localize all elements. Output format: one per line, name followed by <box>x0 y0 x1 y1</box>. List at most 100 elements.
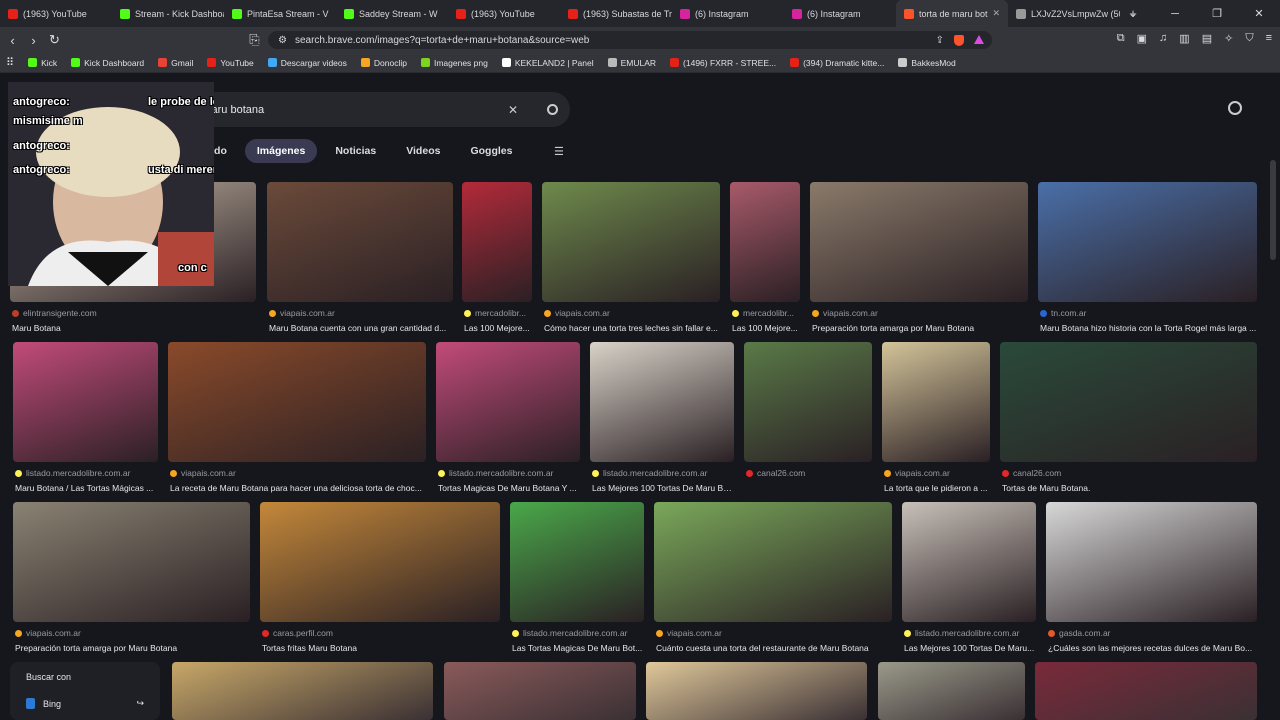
browser-tab[interactable]: Saddey Stream - W <box>336 0 448 27</box>
browser-tab[interactable]: torta de maru bot ✕ <box>896 0 1008 27</box>
result-meta[interactable]: gasda.com.ar ¿Cuáles son las mejores rece… <box>1048 628 1257 653</box>
search-tab[interactable]: Videos <box>394 139 452 163</box>
browser-tab[interactable]: PintaEsa Stream - V <box>224 0 336 27</box>
search-tab[interactable]: Imágenes <box>244 139 318 163</box>
result-meta[interactable]: canal26.com Tortas de Maru Botana. <box>1002 468 1257 493</box>
bookmark-icon[interactable]: ⎘ <box>244 32 265 48</box>
result-meta[interactable]: mercadolibr... Las 100 Mejore... <box>464 308 532 333</box>
bookmark-item[interactable]: BakkesMod <box>898 58 956 68</box>
wallet-icon[interactable]: ▤ <box>1202 32 1212 45</box>
result-image[interactable] <box>168 342 426 462</box>
result-image[interactable] <box>902 502 1036 622</box>
search-tab[interactable]: Noticias <box>323 139 388 163</box>
apps-icon[interactable]: ⠿ <box>6 56 14 69</box>
share-icon[interactable]: ⇪ <box>936 35 944 46</box>
filters-icon[interactable]: ☰ <box>554 145 566 158</box>
search-tab[interactable]: Goggles <box>458 139 524 163</box>
bookmark-item[interactable]: KEKELAND2 | Panel <box>501 58 594 68</box>
maximize-button[interactable]: ❐ <box>1196 7 1238 20</box>
scrollbar[interactable] <box>1270 160 1276 260</box>
result-meta[interactable]: viapais.com.ar Cuánto cuesta una torta de… <box>656 628 892 653</box>
browser-tab[interactable]: (6) Instagram <box>784 0 896 27</box>
browser-tab[interactable]: (1963) YouTube <box>448 0 560 27</box>
result-image[interactable] <box>1035 662 1257 720</box>
bookmark-item[interactable]: (1496) FXRR - STREE... <box>670 58 776 68</box>
sidebar-icon[interactable]: ▥ <box>1179 32 1189 45</box>
bookmark-item[interactable]: Kick Dashboard <box>71 58 144 68</box>
result-meta[interactable]: viapais.com.ar La torta que le pidieron a… <box>884 468 990 493</box>
browser-tab[interactable]: Stream - Kick Dashboard <box>112 0 224 27</box>
bookmark-item[interactable]: EMULAR <box>607 58 656 68</box>
result-meta[interactable]: listado.mercadolibre.com.ar Las Mejores 1… <box>904 628 1036 653</box>
result-image[interactable] <box>13 342 158 462</box>
result-image[interactable] <box>510 502 644 622</box>
result-image[interactable] <box>878 662 1025 720</box>
forward-button[interactable]: › <box>23 33 44 48</box>
result-meta[interactable]: viapais.com.ar Preparación torta amarga p… <box>812 308 1028 333</box>
extension-icon[interactable]: ⧉ <box>1117 32 1125 45</box>
result-image[interactable] <box>744 342 872 462</box>
music-icon[interactable]: ♫ <box>1159 32 1167 45</box>
bing-option[interactable]: Bing ↪ <box>26 698 144 709</box>
result-meta[interactable]: canal26.com <box>746 468 872 483</box>
reload-button[interactable]: ↻ <box>44 32 65 48</box>
bookmark-item[interactable]: Gmail <box>158 58 193 68</box>
result-meta[interactable]: mercadolibr... Las 100 Mejore... <box>732 308 800 333</box>
result-image[interactable] <box>436 342 580 462</box>
result-image[interactable] <box>1046 502 1257 622</box>
browser-tab[interactable]: (1963) YouTube <box>0 0 112 27</box>
back-button[interactable]: ‹ <box>2 33 23 48</box>
bookmark-item[interactable]: Descargar videos <box>267 58 347 68</box>
browser-tab[interactable]: (1963) Subastas de Tra <box>560 0 672 27</box>
result-image[interactable] <box>444 662 636 720</box>
result-image[interactable] <box>1000 342 1257 462</box>
address-bar[interactable]: ⚙ search.brave.com/images?q=torta+de+mar… <box>268 31 992 49</box>
result-image[interactable] <box>267 182 453 302</box>
result-image[interactable] <box>172 662 433 720</box>
result-image[interactable] <box>730 182 800 302</box>
result-image[interactable] <box>646 662 867 720</box>
result-meta[interactable]: elintransigente.com Maru Botana <box>12 308 256 333</box>
result-image[interactable] <box>810 182 1028 302</box>
result-meta[interactable]: listado.mercadolibre.com.ar Maru Botana /… <box>15 468 158 493</box>
clear-icon[interactable]: ✕ <box>508 103 518 117</box>
result-meta[interactable]: viapais.com.ar Maru Botana cuenta con una… <box>269 308 453 333</box>
settings-gear-icon[interactable] <box>1228 101 1242 115</box>
brave-shields-icon[interactable] <box>954 34 964 46</box>
bookmark-item[interactable]: YouTube <box>207 58 254 68</box>
result-image[interactable] <box>462 182 532 302</box>
brave-rewards-icon[interactable] <box>974 34 984 44</box>
browser-tab[interactable]: (6) Instagram <box>672 0 784 27</box>
result-image[interactable] <box>542 182 720 302</box>
result-image[interactable] <box>654 502 892 622</box>
share-arrow-icon[interactable]: ↪ <box>136 698 144 709</box>
result-image[interactable] <box>1038 182 1257 302</box>
tune-icon[interactable]: ⚙ <box>278 35 287 46</box>
result-image[interactable] <box>882 342 990 462</box>
result-image[interactable] <box>260 502 500 622</box>
close-window-button[interactable]: ✕ <box>1238 7 1280 20</box>
result-meta[interactable]: viapais.com.ar Cómo hacer una torta tres … <box>544 308 720 333</box>
vpn-icon[interactable]: ⛉ <box>1245 32 1253 45</box>
search-icon[interactable] <box>547 104 558 115</box>
minimize-button[interactable]: ─ <box>1154 8 1196 20</box>
bookmark-item[interactable]: (394) Dramatic kitte... <box>790 58 884 68</box>
collapse-icon[interactable]: ⌄ <box>1112 7 1154 20</box>
result-meta[interactable]: caras.perfil.com Tortas fritas Maru Botan… <box>262 628 500 653</box>
screenshot-icon[interactable]: ▣ <box>1137 32 1147 45</box>
result-image[interactable] <box>13 502 250 622</box>
result-image[interactable] <box>590 342 734 462</box>
leo-ai-icon[interactable]: ✧ <box>1224 32 1233 45</box>
result-meta[interactable]: listado.mercadolibre.com.ar Las Mejores 1… <box>592 468 734 493</box>
result-meta[interactable]: viapais.com.ar Preparación torta amarga p… <box>15 628 250 653</box>
close-tab-icon[interactable]: ✕ <box>993 8 1001 19</box>
result-meta[interactable]: tn.com.ar Maru Botana hizo historia con l… <box>1040 308 1257 333</box>
bookmark-item[interactable]: Kick <box>28 58 57 68</box>
bookmark-item[interactable]: Donoclip <box>360 58 407 68</box>
bookmark-item[interactable]: Imagenes png <box>420 58 488 68</box>
result-meta[interactable]: viapais.com.ar La receta de Maru Botana p… <box>170 468 426 493</box>
menu-icon[interactable]: ≡ <box>1266 32 1272 45</box>
result-meta[interactable]: listado.mercadolibre.com.ar Tortas Magica… <box>438 468 580 493</box>
browser-tab[interactable]: LXJvZ2VsLmpwZw (50 <box>1008 0 1120 27</box>
result-meta[interactable]: listado.mercadolibre.com.ar Las Tortas Ma… <box>512 628 644 653</box>
